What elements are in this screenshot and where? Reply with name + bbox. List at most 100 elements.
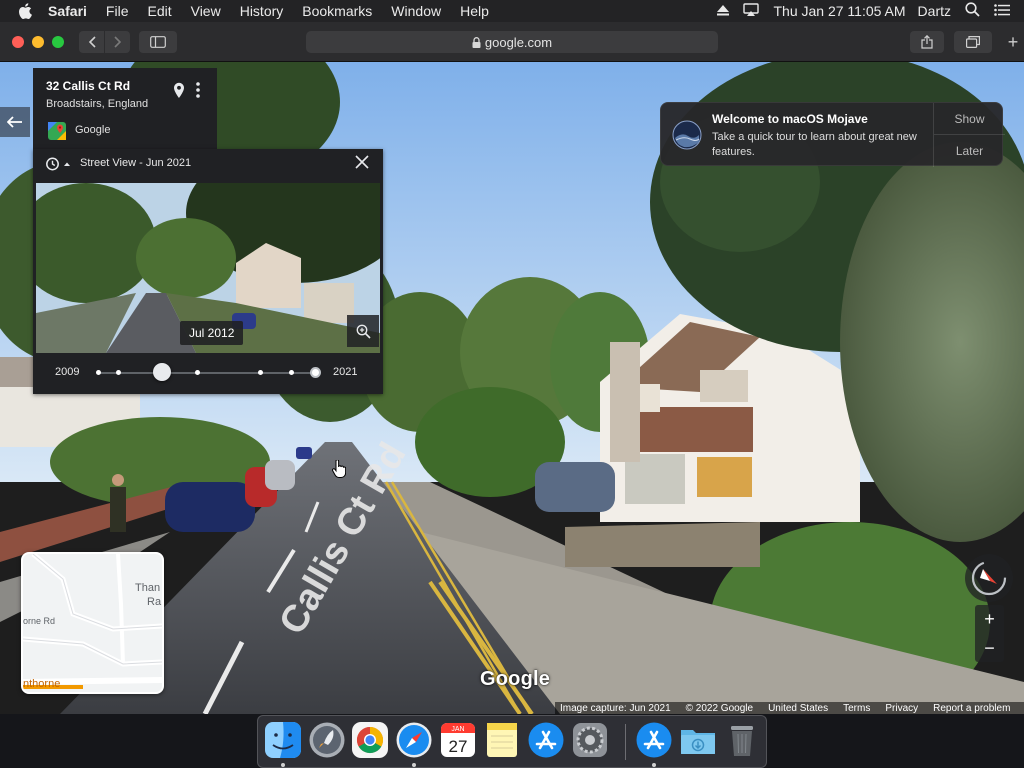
notification-later-button[interactable]: Later bbox=[934, 135, 1005, 167]
lock-icon bbox=[472, 36, 481, 48]
dock: JAN 27 bbox=[257, 715, 767, 768]
spotlight-search-icon[interactable] bbox=[965, 2, 980, 20]
timeline-tick[interactable] bbox=[289, 370, 294, 375]
finder-icon[interactable] bbox=[264, 721, 302, 759]
timeline-current-marker[interactable] bbox=[310, 367, 321, 378]
address-bar[interactable]: google.com bbox=[306, 31, 718, 53]
window-zoom-button[interactable] bbox=[52, 36, 64, 48]
address-text: google.com bbox=[484, 34, 553, 50]
chrome-icon[interactable] bbox=[351, 721, 389, 759]
report-problem-link[interactable]: Report a problem bbox=[933, 703, 1010, 714]
notification-show-button[interactable]: Show bbox=[934, 103, 1005, 135]
minimap-label: nthorne bbox=[23, 678, 61, 690]
back-button[interactable] bbox=[79, 31, 104, 53]
airplay-icon[interactable] bbox=[743, 2, 760, 20]
historical-imagery-thumbnail[interactable]: Jul 2012 bbox=[36, 183, 380, 353]
show-tabs-button[interactable] bbox=[954, 31, 992, 53]
timeline-slider-track[interactable] bbox=[97, 372, 317, 374]
downloads-folder-icon[interactable] bbox=[679, 721, 717, 759]
timeline-header: Street View - Jun 2021 bbox=[80, 157, 192, 169]
image-capture-date: Image capture: Jun 2021 bbox=[560, 702, 671, 714]
history-icon[interactable] bbox=[45, 157, 71, 176]
menu-file[interactable]: File bbox=[106, 0, 129, 22]
app-store-icon[interactable] bbox=[527, 721, 565, 759]
system-preferences-icon[interactable] bbox=[571, 721, 609, 759]
menu-window[interactable]: Window bbox=[391, 0, 441, 22]
timeline-tick[interactable] bbox=[195, 370, 200, 375]
more-options-icon[interactable] bbox=[196, 82, 200, 103]
place-info-card: 32 Callis Ct Rd Broadstairs, England Goo… bbox=[33, 68, 217, 150]
app-store-downloads-icon[interactable] bbox=[635, 721, 673, 759]
back-to-map-button[interactable] bbox=[0, 107, 30, 137]
macos-notification[interactable]: Welcome to macOS Mojave Take a quick tou… bbox=[660, 102, 1005, 167]
compass-icon bbox=[971, 560, 1007, 596]
window-minimize-button[interactable] bbox=[32, 36, 44, 48]
tabs-overview-icon bbox=[966, 36, 980, 48]
zoom-out-button[interactable]: − bbox=[975, 634, 1004, 662]
macos-mojave-icon bbox=[672, 120, 702, 155]
thumbnail-date-label: Jul 2012 bbox=[180, 321, 244, 345]
minimap-label: Than bbox=[135, 582, 161, 594]
dock-separator bbox=[625, 724, 626, 760]
running-indicator bbox=[281, 763, 285, 767]
menu-app-safari[interactable]: Safari bbox=[48, 0, 87, 22]
notification-actions: Show Later bbox=[933, 103, 1005, 167]
zoom-in-button[interactable]: + bbox=[975, 605, 1004, 633]
share-button[interactable] bbox=[910, 31, 944, 53]
share-icon bbox=[921, 35, 933, 49]
safari-icon[interactable] bbox=[395, 721, 433, 759]
compass-button[interactable] bbox=[965, 554, 1013, 602]
sidebar-toggle-button[interactable] bbox=[139, 31, 177, 53]
region-link[interactable]: United States bbox=[768, 703, 828, 714]
timeline-start-year: 2009 bbox=[55, 366, 80, 378]
launchpad-icon[interactable] bbox=[308, 721, 346, 759]
notification-body: Take a quick tour to learn about great n… bbox=[712, 131, 917, 158]
map-pin-icon[interactable] bbox=[173, 82, 185, 104]
forward-button[interactable] bbox=[105, 31, 130, 53]
timeline-tick[interactable] bbox=[116, 370, 121, 375]
notes-icon[interactable] bbox=[483, 721, 521, 759]
menu-bar: Safari File Edit View History Bookmarks … bbox=[0, 0, 1024, 22]
minimap[interactable]: Than Ra orne Rd nthorne bbox=[21, 552, 164, 694]
pointer-hand-cursor-icon bbox=[332, 459, 347, 483]
menu-help[interactable]: Help bbox=[460, 0, 489, 22]
calendar-month: JAN bbox=[451, 726, 464, 733]
trash-icon[interactable] bbox=[723, 721, 761, 759]
copyright-text: © 2022 Google bbox=[685, 702, 754, 714]
menubar-clock[interactable]: Thu Jan 27 11:05 AM bbox=[773, 3, 905, 19]
google-watermark: Google bbox=[480, 668, 551, 690]
menu-edit[interactable]: Edit bbox=[147, 0, 171, 22]
zoom-in-magnifier-icon bbox=[356, 324, 371, 339]
apple-menu-icon[interactable] bbox=[18, 3, 34, 19]
place-locality: Broadstairs, England bbox=[46, 98, 149, 110]
terms-link[interactable]: Terms bbox=[843, 703, 870, 714]
minimap-label: orne Rd bbox=[23, 616, 56, 626]
street-view-timeline-panel: Street View - Jun 2021 Jul 2012 2009 202… bbox=[33, 149, 383, 394]
notification-center-icon[interactable] bbox=[994, 3, 1010, 19]
minimap-label: Ra bbox=[147, 596, 162, 608]
window-close-button[interactable] bbox=[12, 36, 24, 48]
menu-view[interactable]: View bbox=[191, 0, 221, 22]
street-view-panorama[interactable]: Callis Ct Rd 32 Callis Ct Rd Broadstairs… bbox=[0, 62, 1024, 714]
close-timeline-icon[interactable] bbox=[355, 155, 369, 174]
timeline-end-year: 2021 bbox=[333, 366, 358, 378]
browser-toolbar: google.com + bbox=[0, 22, 1024, 62]
running-indicator bbox=[652, 763, 656, 767]
timeline-slider-handle[interactable] bbox=[153, 363, 171, 381]
calendar-icon[interactable]: JAN 27 bbox=[439, 721, 477, 759]
eject-icon[interactable] bbox=[717, 3, 730, 19]
expand-thumbnail-button[interactable] bbox=[347, 315, 379, 347]
place-address: 32 Callis Ct Rd bbox=[46, 79, 131, 93]
timeline-tick[interactable] bbox=[96, 370, 101, 375]
timeline-tick[interactable] bbox=[258, 370, 263, 375]
map-footer: Image capture: Jun 2021 © 2022 Google Un… bbox=[555, 702, 1024, 714]
arrow-left-icon bbox=[7, 116, 22, 128]
menu-bookmarks[interactable]: Bookmarks bbox=[302, 0, 372, 22]
privacy-link[interactable]: Privacy bbox=[885, 703, 918, 714]
google-maps-icon bbox=[48, 122, 66, 145]
source-name: Google bbox=[75, 124, 111, 136]
new-tab-button[interactable]: + bbox=[1003, 31, 1023, 53]
menubar-user[interactable]: Dartz bbox=[918, 3, 951, 19]
sidebar-icon bbox=[150, 36, 166, 48]
menu-history[interactable]: History bbox=[240, 0, 284, 22]
